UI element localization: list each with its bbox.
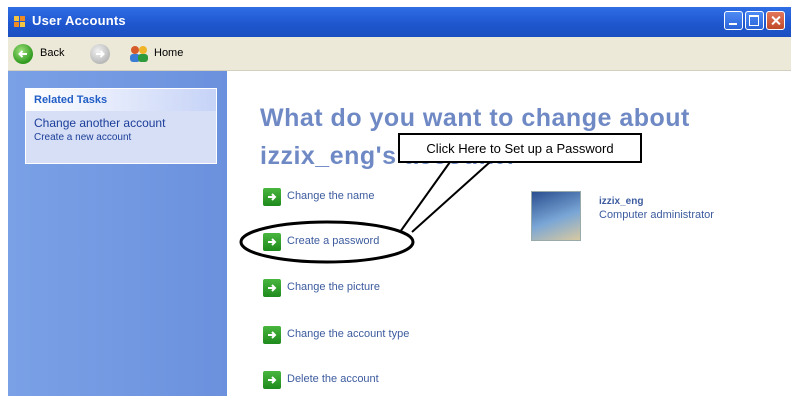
callout-text: Click Here to Set up a Password	[426, 141, 614, 156]
highlight-ellipse	[239, 220, 415, 264]
callout-pointer-line	[411, 161, 491, 233]
callout-box: Click Here to Set up a Password	[398, 133, 642, 163]
annotation-overlay	[239, 161, 491, 264]
